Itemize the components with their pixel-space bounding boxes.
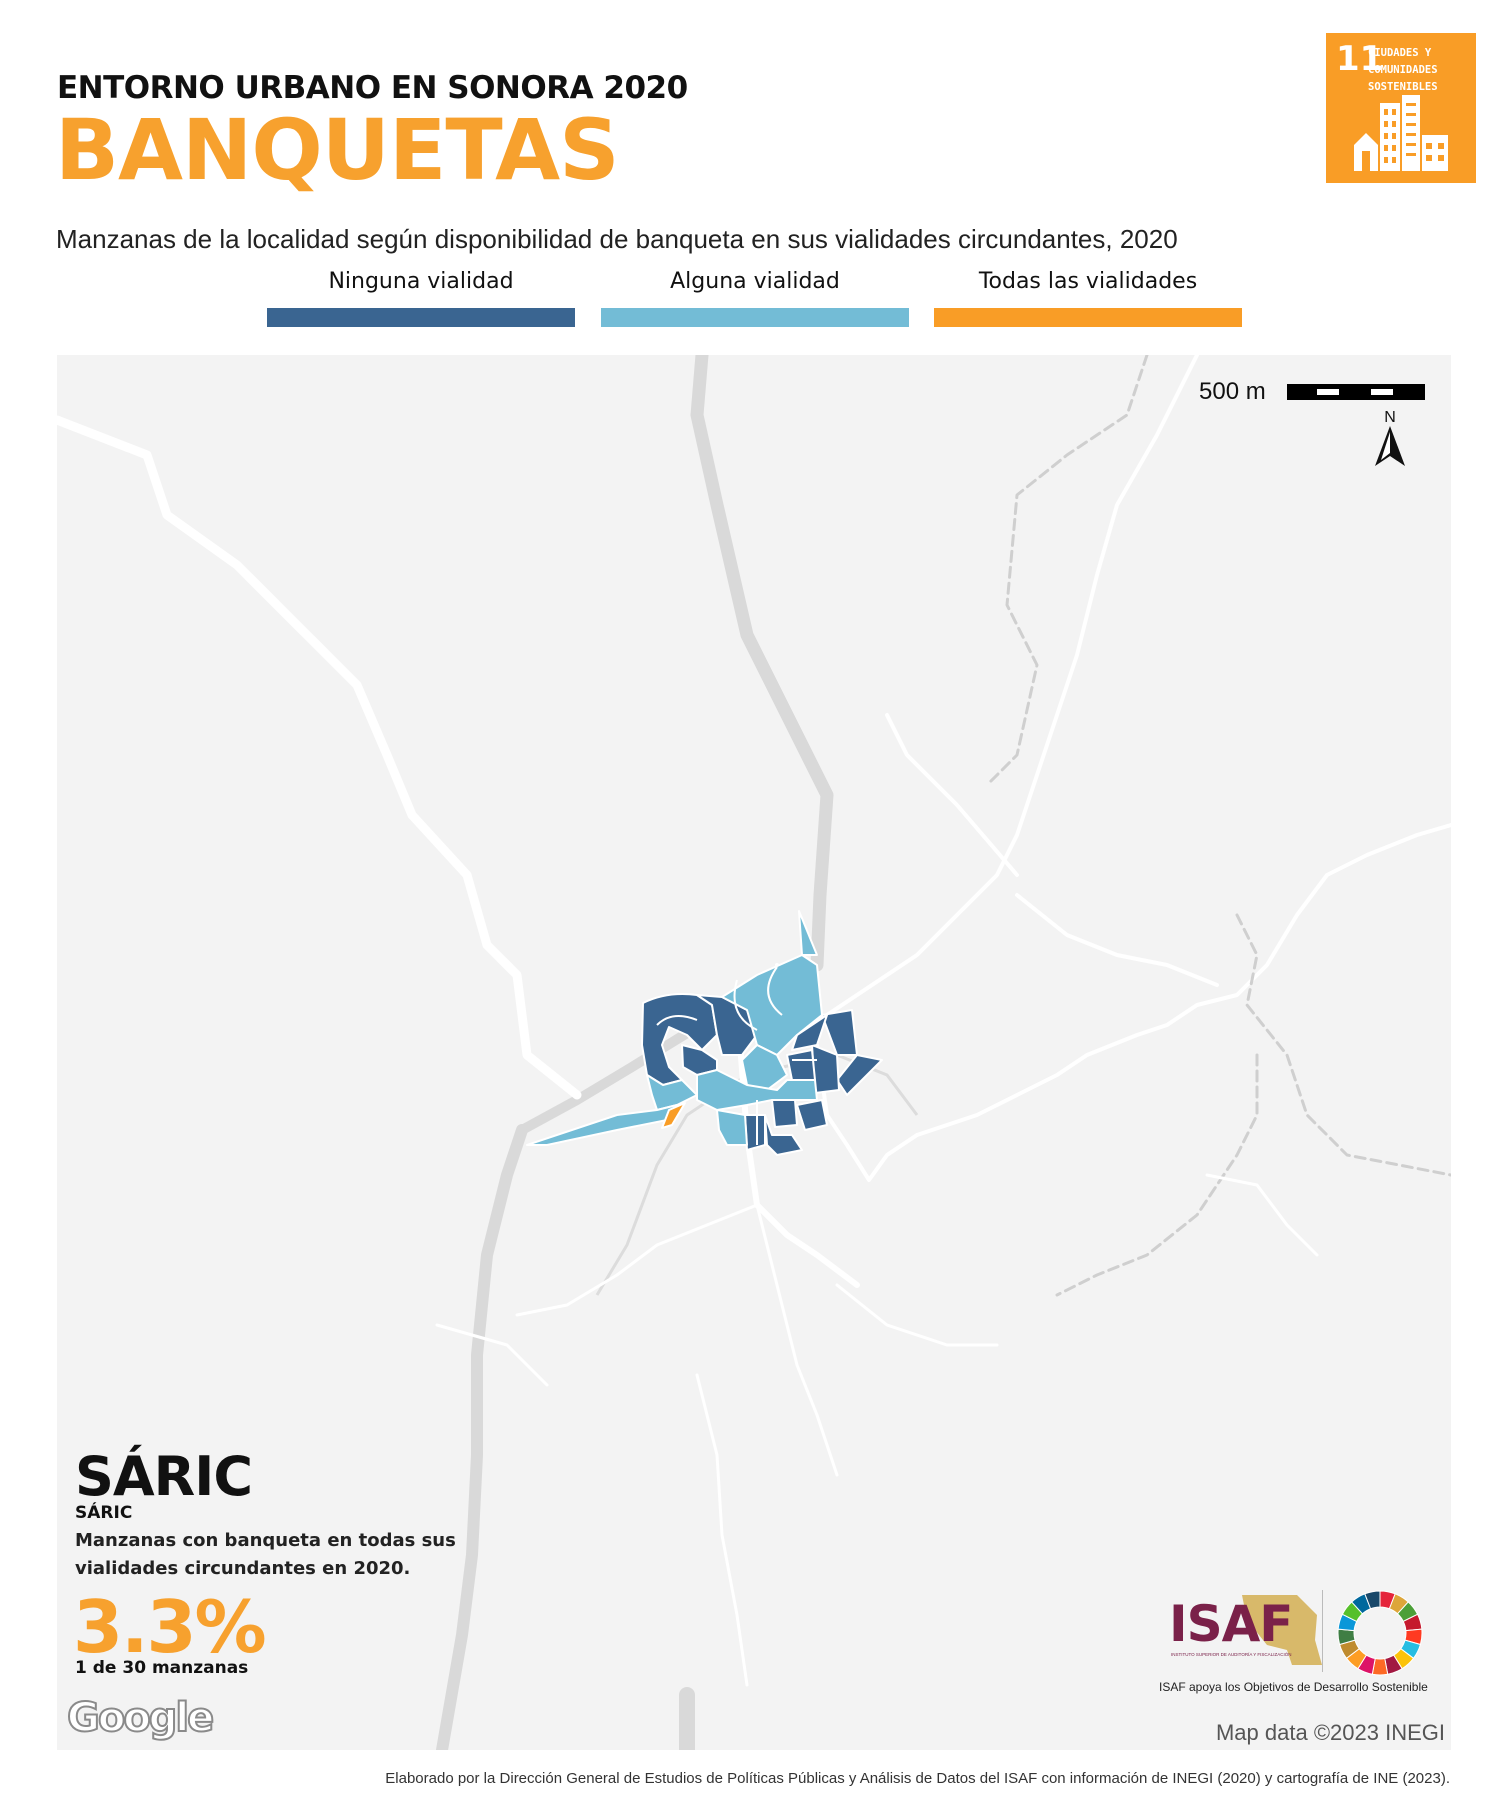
manzana-ninguna: [836, 1054, 883, 1096]
page-title: BANQUETAS: [55, 101, 620, 199]
north-arrow-icon: N: [1375, 409, 1405, 466]
map-panel[interactable]: 500 m N SÁRIC SÁRIC Manzanas con banquet…: [57, 355, 1451, 1750]
sdg-wheel-icon: [1337, 1590, 1423, 1676]
scale-bar: [1287, 384, 1425, 400]
isaf-wordmark: ISAF: [1169, 1595, 1293, 1653]
north-label: N: [1384, 409, 1396, 426]
legend-label-ninguna: Ninguna vialidad: [328, 269, 514, 294]
legend-swatch-ninguna: [267, 308, 575, 327]
manzana-ninguna: [796, 1099, 828, 1131]
google-logo: Google: [66, 1694, 215, 1742]
isaf-tagline: ISAF apoya los Objetivos de Desarrollo S…: [1159, 1680, 1428, 1694]
logo-divider: [1322, 1590, 1323, 1672]
locality-description: Manzanas con banqueta en todas sus viali…: [75, 1530, 456, 1579]
legend-swatch-todas: [934, 308, 1242, 327]
manzanas-count: 1 de 30 manzanas: [75, 1658, 249, 1678]
locality-subname: SÁRIC: [75, 1503, 133, 1523]
sdg-text-line: SOSTENIBLES: [1368, 81, 1438, 93]
sdg-text-line: CIUDADES Y: [1368, 47, 1432, 59]
sdg-text: CIUDADES Y COMUNIDADES SOSTENIBLES: [1368, 45, 1468, 96]
legend-swatch-alguna: [601, 308, 909, 327]
manzana-ninguna: [786, 1049, 816, 1081]
manzana-ninguna: [744, 1114, 766, 1151]
isaf-subtext: INSTITUTO SUPERIOR DE AUDITORÍA Y FISCAL…: [1171, 1652, 1292, 1657]
city-buildings-icon: [1354, 95, 1448, 171]
sdg-11-badge: 11 CIUDADES Y COMUNIDADES SOSTENIBLES: [1326, 33, 1476, 183]
legend-label-alguna: Alguna vialidad: [670, 269, 840, 294]
sdg-text-line: COMUNIDADES: [1368, 64, 1438, 76]
manzana-alguna: [526, 1104, 678, 1146]
manzana-alguna: [716, 1109, 748, 1146]
footer-credit: Elaborado por la Dirección General de Es…: [385, 1770, 1450, 1787]
manzana-ninguna: [771, 1099, 798, 1128]
percentage-value: 3.3%: [73, 1585, 267, 1669]
scale-label: 500 m: [1199, 378, 1266, 405]
map-attribution[interactable]: Map data ©2023 INEGI: [1216, 1720, 1445, 1746]
locality-name: SÁRIC: [75, 1445, 253, 1508]
subtitle: Manzanas de la localidad según disponibi…: [56, 224, 1178, 254]
manzana-alguna: [798, 910, 818, 956]
legend-label-todas: Todas las vialidades: [978, 269, 1198, 294]
